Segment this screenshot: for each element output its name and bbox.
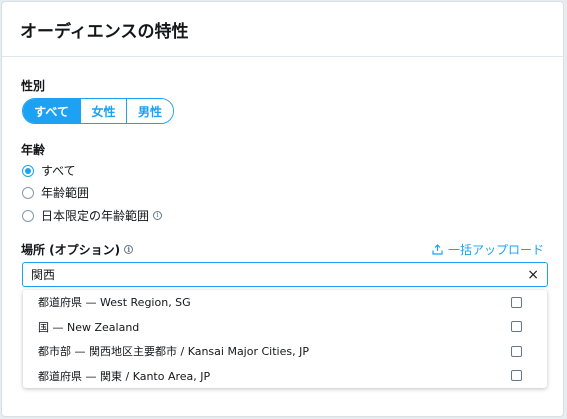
result-label: 都道府県 — 関東 / Kanto Area, JP bbox=[38, 369, 211, 383]
location-results-dropdown: 都道府県 — West Region, SG 国 — New Zealand 都… bbox=[23, 290, 547, 388]
list-item[interactable]: 都道府県 — West Region, SG bbox=[23, 290, 547, 315]
radio-checked-icon[interactable] bbox=[22, 164, 34, 177]
info-icon[interactable]: i bbox=[124, 245, 134, 254]
gender-segmented-control: すべて 女性 男性 bbox=[22, 98, 174, 124]
result-label: 都道府県 — West Region, SG bbox=[38, 296, 191, 310]
checkbox[interactable] bbox=[511, 296, 522, 308]
upload-icon bbox=[432, 244, 443, 255]
audience-panel: オーディエンスの特性 性別 すべて 女性 男性 年齢 すべて 年齢範囲 日本限定… bbox=[1, 1, 564, 417]
radio-unchecked-icon[interactable] bbox=[22, 186, 34, 199]
checkbox[interactable] bbox=[511, 345, 522, 357]
gender-female-button[interactable]: 女性 bbox=[80, 99, 126, 123]
result-label: 都市部 — 関西地区主要都市 / Kansai Major Cities, JP bbox=[38, 345, 309, 359]
list-item[interactable]: 都道府県 — 関東 / Kanto Area, JP bbox=[23, 364, 547, 389]
bulk-upload-link[interactable]: 一括アップロード bbox=[432, 241, 544, 258]
info-icon[interactable]: i bbox=[153, 211, 163, 220]
age-option-all-label: すべて bbox=[41, 164, 76, 178]
page-title: オーディエンスの特性 bbox=[20, 21, 189, 42]
bulk-upload-label: 一括アップロード bbox=[447, 243, 544, 257]
age-option-japan-range-label: 日本限定の年齢範囲 bbox=[41, 209, 150, 223]
age-option-japan-range[interactable]: 日本限定の年齢範囲 i bbox=[22, 207, 163, 224]
gender-male-button[interactable]: 男性 bbox=[126, 99, 173, 123]
list-item[interactable]: 都市部 — 関西地区主要都市 / Kansai Major Cities, JP bbox=[23, 339, 547, 364]
checkbox[interactable] bbox=[511, 370, 522, 382]
checkbox[interactable] bbox=[511, 321, 522, 333]
location-search-box[interactable]: × bbox=[22, 262, 548, 287]
gender-label: 性別 bbox=[21, 79, 46, 93]
close-icon[interactable]: × bbox=[527, 268, 539, 282]
gender-all-button[interactable]: すべて bbox=[23, 99, 80, 123]
location-label-row: 場所 (オプション) i bbox=[21, 241, 134, 258]
location-search-input[interactable] bbox=[31, 267, 528, 282]
age-option-range[interactable]: 年齢範囲 bbox=[22, 184, 89, 201]
age-option-all[interactable]: すべて bbox=[22, 162, 76, 179]
location-label: 場所 (オプション) bbox=[21, 243, 121, 257]
panel-header: オーディエンスの特性 bbox=[2, 2, 563, 57]
radio-unchecked-icon[interactable] bbox=[22, 209, 34, 222]
result-label: 国 — New Zealand bbox=[38, 320, 140, 334]
list-item[interactable]: 国 — New Zealand bbox=[23, 315, 547, 340]
age-label: 年齢 bbox=[21, 143, 46, 157]
age-option-range-label: 年齢範囲 bbox=[41, 186, 90, 200]
